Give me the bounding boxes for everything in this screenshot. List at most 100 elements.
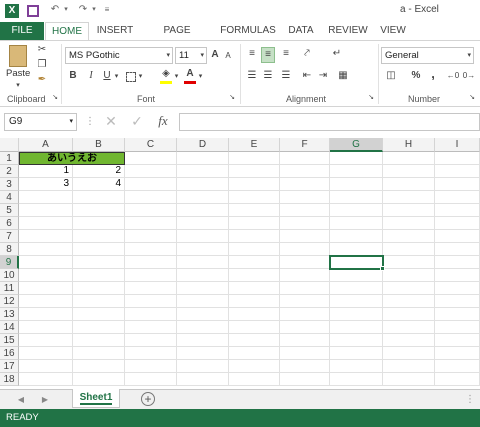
cell-f8[interactable] [280, 243, 330, 256]
cell-c10[interactable] [125, 269, 177, 282]
borders-icon[interactable] [126, 72, 136, 82]
cell-g1[interactable] [330, 152, 383, 165]
cell-f13[interactable] [280, 308, 330, 321]
undo-icon[interactable]: ↶ [48, 3, 62, 17]
cell-f14[interactable] [280, 321, 330, 334]
row-header-4[interactable]: 4 [0, 191, 19, 204]
cell-h9[interactable] [383, 256, 435, 269]
cell-i2[interactable] [435, 165, 480, 178]
tab-view[interactable]: VIEW [376, 22, 410, 40]
orientation-icon[interactable]: ⤤ [300, 47, 314, 61]
cell-h14[interactable] [383, 321, 435, 334]
cell-e3[interactable] [229, 178, 280, 191]
cell-f4[interactable] [280, 191, 330, 204]
cell-g16[interactable] [330, 347, 383, 360]
cell-d10[interactable] [177, 269, 229, 282]
sheet-tab-sheet1[interactable]: Sheet1 [72, 389, 120, 408]
cell-g11[interactable] [330, 282, 383, 295]
font-size-combo[interactable]: 11 ▾ [175, 47, 207, 64]
cell-e2[interactable] [229, 165, 280, 178]
cell-e15[interactable] [229, 334, 280, 347]
cell-c8[interactable] [125, 243, 177, 256]
cell-e7[interactable] [229, 230, 280, 243]
cell-b6[interactable] [73, 217, 125, 230]
cell-g2[interactable] [330, 165, 383, 178]
cell-a6[interactable] [19, 217, 73, 230]
cell-d16[interactable] [177, 347, 229, 360]
align-bottom-icon[interactable]: ≡ [279, 47, 293, 61]
enter-icon[interactable]: ✓ [129, 114, 145, 128]
row-header-9[interactable]: 9 [0, 256, 19, 269]
cell-h11[interactable] [383, 282, 435, 295]
cell-e14[interactable] [229, 321, 280, 334]
cell-b9[interactable] [73, 256, 125, 269]
currency-icon[interactable]: ◫ [384, 69, 398, 83]
cell-d1[interactable] [177, 152, 229, 165]
cell-f12[interactable] [280, 295, 330, 308]
row-header-13[interactable]: 13 [0, 308, 19, 321]
cell-a10[interactable] [19, 269, 73, 282]
number-launcher-icon[interactable]: ↘ [468, 91, 476, 105]
increase-decimal-icon[interactable]: ←0 [446, 69, 460, 83]
cell-b8[interactable] [73, 243, 125, 256]
cell-g4[interactable] [330, 191, 383, 204]
cell-h2[interactable] [383, 165, 435, 178]
cell-h16[interactable] [383, 347, 435, 360]
cell-g10[interactable] [330, 269, 383, 282]
cell-a17[interactable] [19, 360, 73, 373]
tab-formulas[interactable]: FORMULAS [220, 22, 276, 40]
cell-b4[interactable] [73, 191, 125, 204]
cell-d2[interactable] [177, 165, 229, 178]
clipboard-launcher-icon[interactable]: ↘ [51, 91, 59, 105]
cell-d11[interactable] [177, 282, 229, 295]
row-header-3[interactable]: 3 [0, 178, 19, 191]
cell-c7[interactable] [125, 230, 177, 243]
cell-d3[interactable] [177, 178, 229, 191]
copy-icon[interactable]: ❐ [35, 58, 49, 72]
comma-button[interactable]: , [428, 67, 438, 81]
cell-a14[interactable] [19, 321, 73, 334]
underline-dropdown-icon[interactable]: ▾ [113, 70, 120, 84]
cell-e4[interactable] [229, 191, 280, 204]
cell-i15[interactable] [435, 334, 480, 347]
cell-h12[interactable] [383, 295, 435, 308]
cell-i17[interactable] [435, 360, 480, 373]
cell-h4[interactable] [383, 191, 435, 204]
row-header-10[interactable]: 10 [0, 269, 19, 282]
cell-a4[interactable] [19, 191, 73, 204]
column-header-e[interactable]: E [229, 138, 280, 152]
cell-i8[interactable] [435, 243, 480, 256]
spreadsheet-grid[interactable]: A B C D E F G H I 1 あいうえお 2 1 2 3 3 4 4 5 6 7 8 9 10 11 12 13 14 15 1… [0, 138, 480, 388]
font-name-combo[interactable]: MS PGothic ▾ [65, 47, 173, 64]
cell-a9[interactable] [19, 256, 73, 269]
cell-f2[interactable] [280, 165, 330, 178]
cell-h1[interactable] [383, 152, 435, 165]
cell-a18[interactable] [19, 373, 73, 386]
cell-f15[interactable] [280, 334, 330, 347]
select-all-corner[interactable] [0, 138, 19, 152]
row-header-15[interactable]: 15 [0, 334, 19, 347]
paste-icon[interactable] [9, 45, 27, 67]
cell-f11[interactable] [280, 282, 330, 295]
fill-handle[interactable] [380, 266, 385, 271]
cell-c16[interactable] [125, 347, 177, 360]
cell-g3[interactable] [330, 178, 383, 191]
cell-a8[interactable] [19, 243, 73, 256]
redo-icon[interactable]: ↷ [76, 3, 90, 17]
cell-b11[interactable] [73, 282, 125, 295]
row-header-14[interactable]: 14 [0, 321, 19, 334]
cell-c12[interactable] [125, 295, 177, 308]
cell-i12[interactable] [435, 295, 480, 308]
tab-review[interactable]: REVIEW [326, 22, 370, 40]
percent-button[interactable]: % [410, 69, 422, 83]
underline-button[interactable]: U [101, 69, 113, 83]
cell-g17[interactable] [330, 360, 383, 373]
cell-h18[interactable] [383, 373, 435, 386]
column-header-b[interactable]: B [73, 138, 125, 152]
cell-b17[interactable] [73, 360, 125, 373]
add-sheet-button[interactable]: + [141, 392, 155, 406]
row-header-11[interactable]: 11 [0, 282, 19, 295]
insert-function-button[interactable]: fx [155, 114, 171, 128]
cell-a1[interactable]: あいうえお [19, 152, 125, 165]
cell-g12[interactable] [330, 295, 383, 308]
